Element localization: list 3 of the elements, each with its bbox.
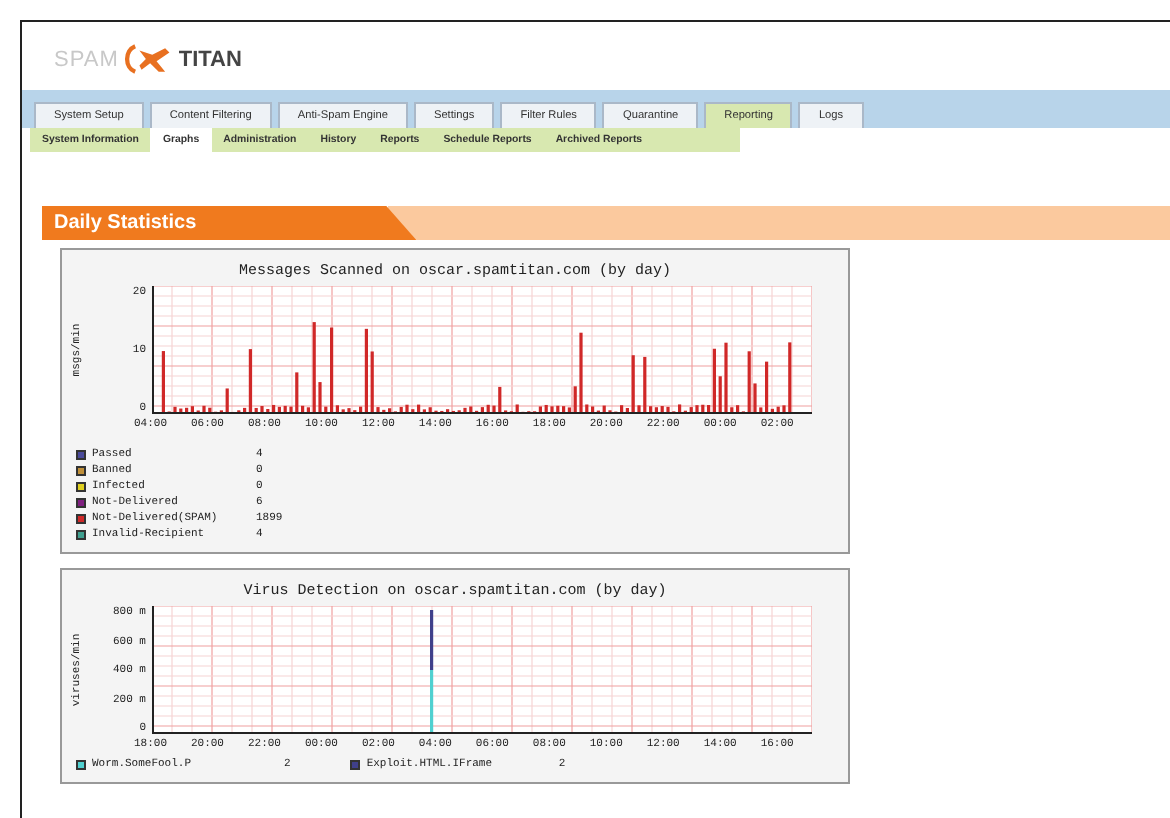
runner-icon bbox=[122, 44, 175, 74]
section-header: Daily Statistics bbox=[42, 206, 417, 240]
logo-text: TITAN bbox=[178, 47, 242, 71]
